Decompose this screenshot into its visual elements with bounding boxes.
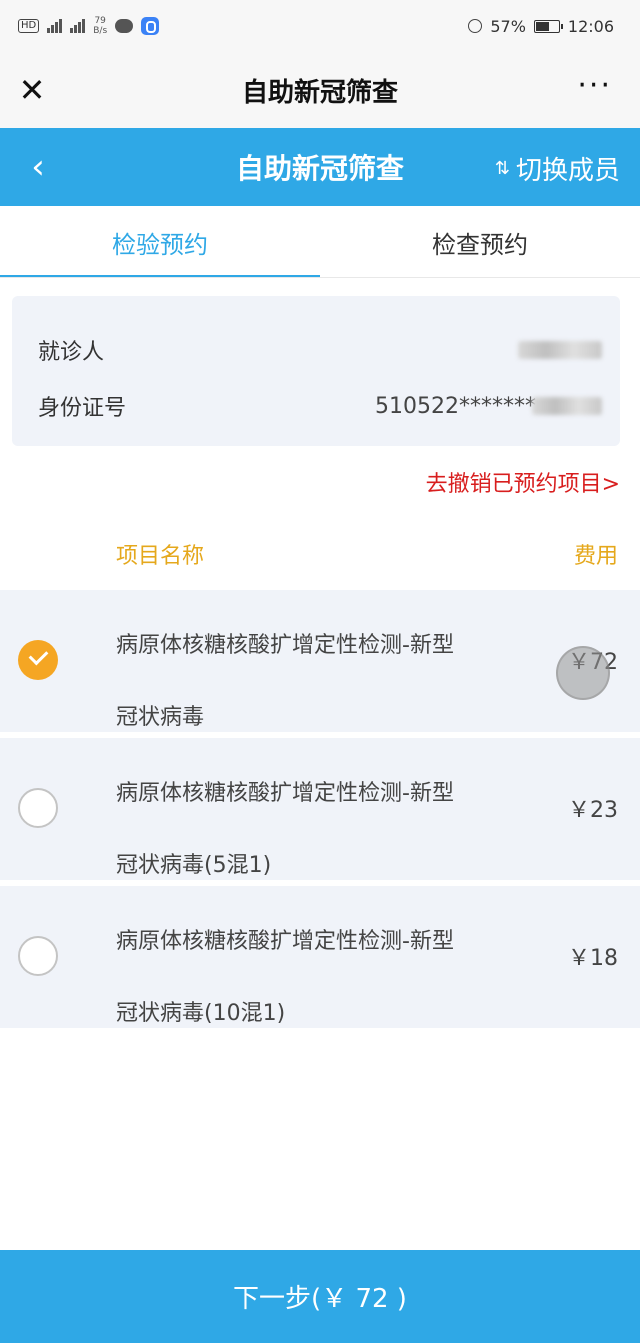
back-arrow-icon[interactable]: ‹ bbox=[20, 148, 56, 186]
status-left: HD 79 B/s bbox=[18, 16, 160, 36]
patient-name-row: 就诊人 bbox=[38, 322, 602, 378]
test-item-price: ￥18 bbox=[568, 946, 618, 971]
tab-lab-appointment[interactable]: 检验预约 bbox=[0, 206, 320, 278]
touch-indicator bbox=[556, 646, 610, 700]
webview-header: ✕ 自助新冠筛查 ··· bbox=[0, 52, 640, 128]
net-speed-value: 79 bbox=[94, 16, 106, 26]
switch-member-label: 切换成员 bbox=[515, 156, 620, 186]
test-item-name-line1: 病原体核糖核酸扩增定性检测-新型 bbox=[116, 633, 454, 658]
patient-name-redacted bbox=[518, 341, 602, 359]
status-bar: HD 79 B/s 57% 12:06 bbox=[0, 0, 640, 52]
app-header: ‹ 自助新冠筛查 ⇅ 切换成员 bbox=[0, 128, 640, 206]
test-item-name: 病原体核糖核酸扩增定性检测-新型 冠状病毒 bbox=[116, 610, 536, 754]
patient-id-redacted bbox=[532, 397, 602, 415]
user-switch-icon: ⇅ bbox=[494, 158, 510, 179]
more-options-icon[interactable]: ··· bbox=[577, 71, 612, 101]
patient-id-text: 510522******* bbox=[375, 393, 536, 419]
test-item[interactable]: 病原体核糖核酸扩增定性检测-新型 冠状病毒(10混1) ￥18 bbox=[0, 886, 640, 1028]
alarm-icon bbox=[468, 19, 483, 33]
hd-badge: HD bbox=[18, 19, 40, 33]
clock-time: 12:06 bbox=[567, 16, 614, 36]
net-speed-unit: B/s bbox=[93, 26, 108, 36]
status-right: 57% 12:06 bbox=[468, 17, 614, 36]
close-icon[interactable]: ✕ bbox=[14, 72, 50, 108]
radio-checked-icon[interactable] bbox=[18, 640, 58, 680]
battery-percent: 57% bbox=[490, 16, 526, 36]
cancel-appointment-link[interactable]: 去撤销已预约项目> bbox=[426, 466, 620, 498]
battery-icon bbox=[533, 19, 563, 33]
patient-id-row: 身份证号 510522******* bbox=[38, 378, 602, 434]
test-item-name: 病原体核糖核酸扩增定性检测-新型 冠状病毒(10混1) bbox=[116, 906, 536, 1050]
test-item-price: ￥23 bbox=[568, 798, 618, 823]
column-fee: 费用 bbox=[573, 544, 618, 569]
radio-unchecked-icon[interactable] bbox=[18, 936, 58, 976]
list-header: 项目名称 费用 bbox=[0, 530, 640, 576]
test-item-name: 病原体核糖核酸扩增定性检测-新型 冠状病毒(5混1) bbox=[116, 758, 536, 902]
next-step-button[interactable]: 下一步(￥ 72 ) bbox=[0, 1250, 640, 1343]
switch-member-button[interactable]: ⇅ 切换成员 bbox=[495, 150, 620, 187]
signal-icon bbox=[47, 19, 63, 33]
radio-unchecked-icon[interactable] bbox=[18, 788, 58, 828]
webview-title: 自助新冠筛查 bbox=[241, 77, 398, 108]
tab-bar: 检验预约 检查预约 bbox=[0, 206, 640, 278]
patient-id-label: 身份证号 bbox=[38, 396, 127, 421]
test-item[interactable]: 病原体核糖核酸扩增定性检测-新型 冠状病毒 ￥72 bbox=[0, 590, 640, 732]
patient-name-label: 就诊人 bbox=[38, 340, 105, 365]
wechat-icon bbox=[115, 19, 134, 33]
signal-icon-2 bbox=[70, 19, 86, 33]
tab-divider bbox=[0, 277, 640, 278]
test-item-name-line1: 病原体核糖核酸扩增定性检测-新型 bbox=[116, 781, 454, 806]
test-item-name-line2: 冠状病毒(10混1) bbox=[116, 1001, 286, 1026]
patient-id-value: 510522******* bbox=[375, 394, 602, 419]
page-title: 自助新冠筛查 bbox=[235, 152, 404, 185]
tab-exam-appointment[interactable]: 检查预约 bbox=[320, 206, 640, 278]
net-speed: 79 B/s bbox=[93, 16, 107, 36]
column-item-name: 项目名称 bbox=[116, 544, 205, 569]
test-item-name-line1: 病原体核糖核酸扩增定性检测-新型 bbox=[116, 929, 454, 954]
patient-card: 就诊人 身份证号 510522******* bbox=[12, 296, 620, 446]
app-notification-icon bbox=[141, 17, 160, 35]
test-item[interactable]: 病原体核糖核酸扩增定性检测-新型 冠状病毒(5混1) ￥23 bbox=[0, 738, 640, 880]
